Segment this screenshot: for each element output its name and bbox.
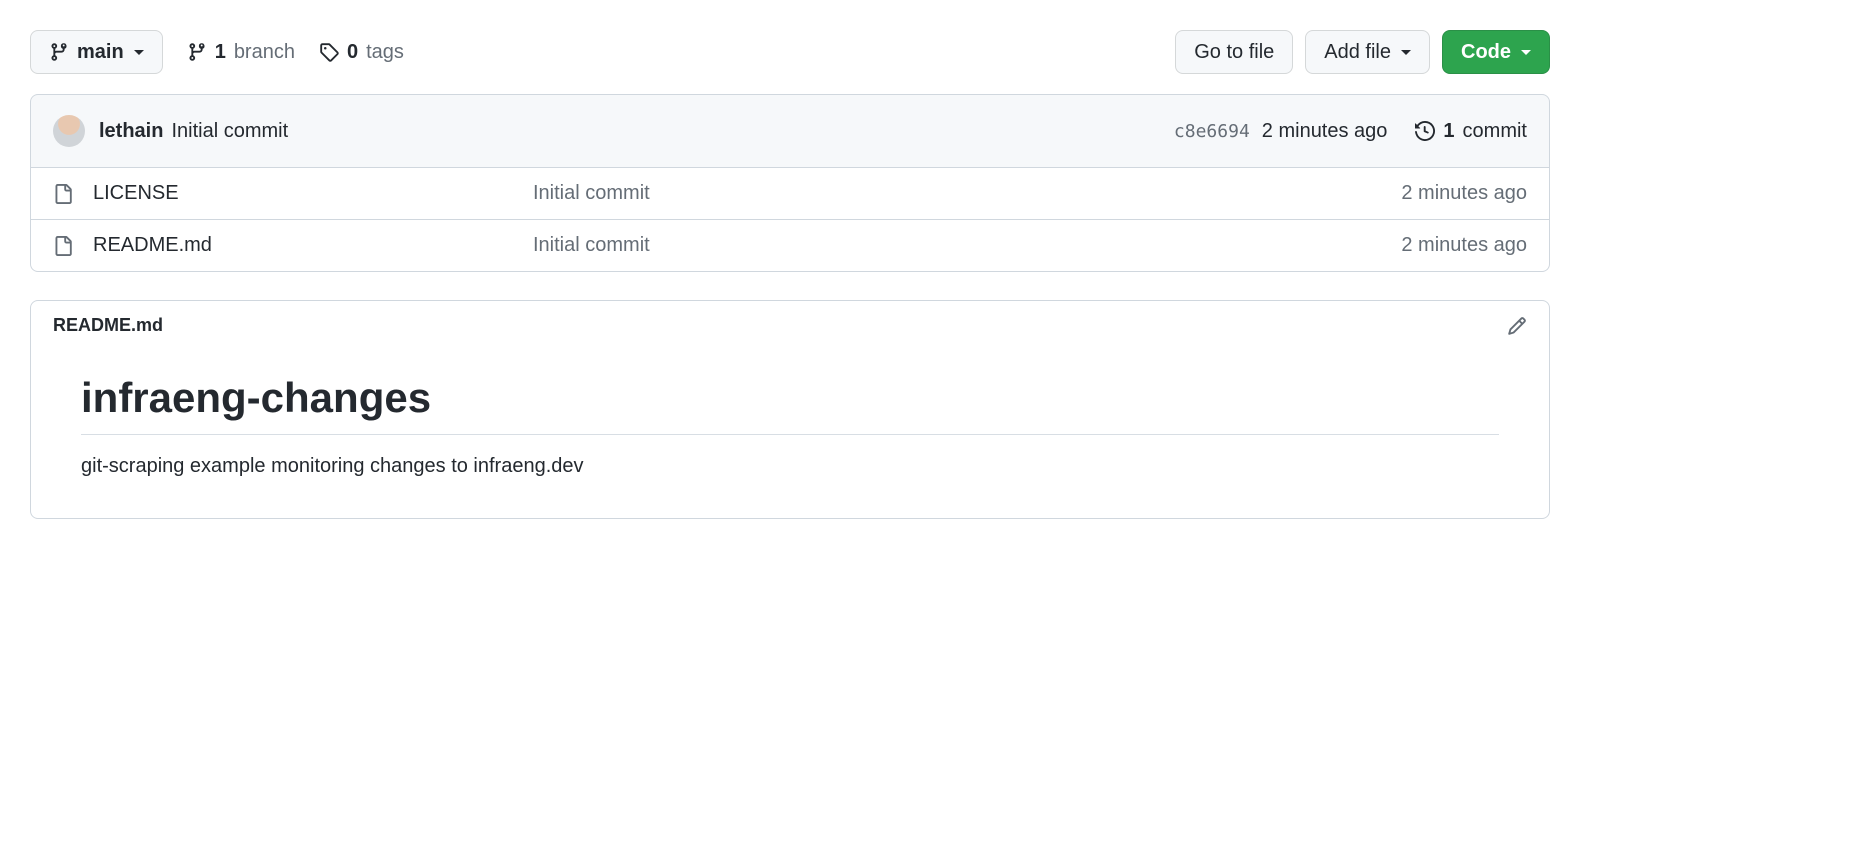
file-commit-message[interactable]: Initial commit [533, 182, 1401, 205]
file-icon [53, 236, 73, 256]
caret-down-icon [1521, 50, 1531, 55]
file-row: LICENSE Initial commit 2 minutes ago [31, 168, 1549, 219]
readme-header: README.md [31, 301, 1549, 350]
commit-hash-link[interactable]: c8e6694 [1174, 121, 1250, 142]
git-branch-icon [187, 42, 207, 62]
add-file-button[interactable]: Add file [1305, 30, 1430, 74]
caret-down-icon [1401, 50, 1411, 55]
branches-link[interactable]: 1 branch [187, 41, 295, 64]
commit-time: 2 minutes ago [1262, 120, 1388, 143]
commit-count-number: 1 [1443, 120, 1454, 143]
git-branch-icon [49, 42, 69, 62]
code-button[interactable]: Code [1442, 30, 1550, 74]
readme-body: infraeng-changes git-scraping example mo… [31, 374, 1549, 518]
commit-count-label: commit [1463, 120, 1527, 143]
readme-paragraph: git-scraping example monitoring changes … [81, 455, 1499, 478]
commit-message-link[interactable]: Initial commit [171, 120, 288, 143]
branch-name: main [77, 39, 124, 65]
readme-filename[interactable]: README.md [53, 315, 163, 336]
tag-count-label: tags [366, 41, 404, 64]
readme-heading: infraeng-changes [81, 374, 1499, 435]
tags-link[interactable]: 0 tags [319, 41, 404, 64]
caret-down-icon [134, 50, 144, 55]
tag-icon [319, 42, 339, 62]
code-label: Code [1461, 39, 1511, 65]
file-list: LICENSE Initial commit 2 minutes ago REA… [30, 168, 1550, 272]
file-commit-message[interactable]: Initial commit [533, 234, 1401, 257]
repo-toolbar: main 1 branch 0 tags Go to file Add file [30, 30, 1550, 74]
history-icon [1415, 121, 1435, 141]
branch-select-button[interactable]: main [30, 30, 163, 74]
file-commit-time: 2 minutes ago [1401, 182, 1527, 205]
file-name-link[interactable]: README.md [93, 234, 212, 256]
pencil-icon [1507, 316, 1527, 336]
branch-count-label: branch [234, 41, 295, 64]
edit-readme-button[interactable] [1507, 316, 1527, 336]
commits-link[interactable]: 1 commit [1415, 120, 1527, 143]
file-icon [53, 184, 73, 204]
file-row: README.md Initial commit 2 minutes ago [31, 219, 1549, 271]
go-to-file-label: Go to file [1194, 39, 1274, 65]
tag-count: 0 [347, 41, 358, 64]
commit-author-link[interactable]: lethain [99, 120, 163, 143]
file-commit-time: 2 minutes ago [1401, 234, 1527, 257]
add-file-label: Add file [1324, 39, 1391, 65]
branch-count: 1 [215, 41, 226, 64]
avatar[interactable] [53, 115, 85, 147]
readme-box: README.md infraeng-changes git-scraping … [30, 300, 1550, 519]
file-name-link[interactable]: LICENSE [93, 182, 179, 204]
go-to-file-button[interactable]: Go to file [1175, 30, 1293, 74]
latest-commit-bar: lethain Initial commit c8e6694 2 minutes… [30, 94, 1550, 168]
